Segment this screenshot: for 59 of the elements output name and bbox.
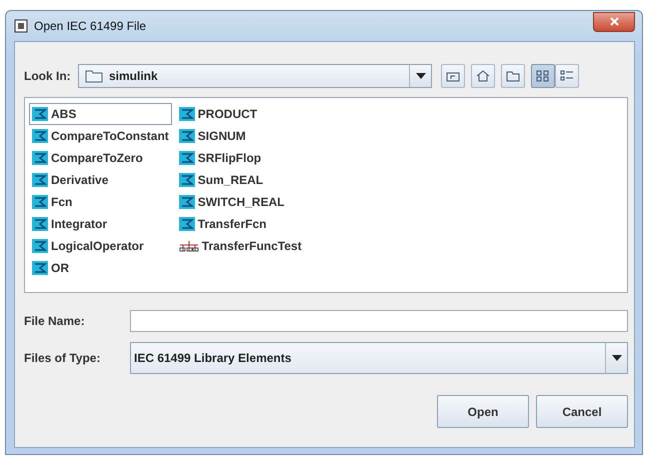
list-view-icon [536,70,550,82]
file-item[interactable]: ABS [29,103,172,125]
close-icon [610,17,618,26]
file-item[interactable]: LogicalOperator [29,235,172,257]
file-item[interactable]: Sum_REAL [176,169,305,191]
toolbar-button[interactable] [531,64,555,88]
look-in-value: simulink [108,69,159,83]
file-item[interactable]: SWITCH_REAL [176,191,305,213]
dropdown-button[interactable] [409,65,431,87]
network-icon [178,240,199,252]
block-icon [178,172,195,188]
block-icon [178,150,195,166]
block-icon [32,106,48,122]
home-icon [476,70,490,82]
caret-icon [416,73,426,79]
details-view-icon [560,70,574,82]
file-item[interactable]: TransferFuncTest [176,235,305,257]
folder-icon [506,70,520,82]
close-button[interactable] [593,12,635,32]
file-item[interactable]: CompareToZero [29,147,172,169]
block-icon [178,128,195,144]
toolbar-button[interactable] [501,64,525,88]
look-in-label: Look In: [24,69,72,83]
file-name-field[interactable] [130,310,628,332]
dialog-button[interactable]: Open [437,395,529,428]
folder-icon [85,69,103,83]
block-icon [32,194,48,210]
file-item[interactable]: Derivative [29,169,172,191]
block-icon [32,238,48,254]
file-type-value: IEC 61499 Library Elements [133,351,292,365]
block-icon [32,128,48,144]
block-icon [178,194,195,210]
file-item[interactable]: SRFlipFlop [176,147,305,169]
file-name-label: File Name: [24,314,86,328]
up-folder-icon [446,70,460,82]
dialog-button[interactable]: Cancel [536,395,628,428]
block-icon [178,216,195,232]
toolbar-button[interactable] [471,64,495,88]
file-item[interactable]: CompareToConstant [29,125,172,147]
look-in-dropdown[interactable]: simulink [78,64,432,88]
file-item[interactable]: OR [29,257,172,279]
file-type-dropdown[interactable]: IEC 61499 Library Elements [130,342,628,374]
block-icon [32,260,48,276]
toolbar-button[interactable] [555,64,579,88]
file-type-label: Files of Type: [24,351,102,365]
file-item[interactable]: TransferFcn [176,213,305,235]
window-icon [14,19,28,33]
window-title: Open IEC 61499 File [34,19,146,33]
file-item[interactable]: PRODUCT [176,103,305,125]
block-icon [32,150,48,166]
file-item[interactable]: Fcn [29,191,172,213]
block-icon [32,172,48,188]
block-icon [32,216,48,232]
block-icon [178,106,195,122]
file-item[interactable]: SIGNUM [176,125,305,147]
file-item[interactable]: Integrator [29,213,172,235]
caret-icon [612,355,622,361]
toolbar-button[interactable] [441,64,465,88]
dropdown-button[interactable] [605,343,627,373]
